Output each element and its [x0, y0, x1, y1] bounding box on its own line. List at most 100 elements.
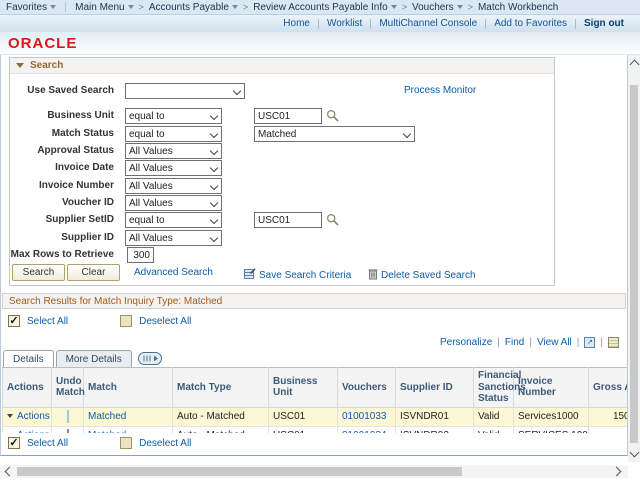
- table-row: Actions Matched Auto - Matched USC01 010…: [3, 407, 628, 426]
- max-rows-input[interactable]: [127, 247, 154, 263]
- scroll-up-icon[interactable]: [630, 60, 640, 70]
- col-header-invoice-number: Invoice Number: [514, 368, 589, 408]
- col-header-gross-amt: Gross Amt: [589, 368, 628, 408]
- show-all-columns-icon[interactable]: [138, 352, 162, 365]
- top-nav: Home Worklist MultiChannel Console Add t…: [0, 15, 640, 32]
- row-actions-link[interactable]: Actions: [17, 411, 50, 422]
- search-section-title: Search: [30, 60, 63, 71]
- supplier-setid-input[interactable]: [254, 212, 322, 228]
- grid-popup-window-icon[interactable]: [584, 337, 595, 348]
- match-status-value-select[interactable]: Matched: [254, 126, 415, 142]
- col-header-financial-sanctions-status: Financial Sanctions Status: [474, 368, 514, 408]
- multichannel-console-link[interactable]: MultiChannel Console: [379, 18, 477, 29]
- chevron-down-icon: [232, 5, 238, 9]
- scroll-left-icon[interactable]: [5, 467, 15, 477]
- select-all-icon[interactable]: [8, 315, 20, 327]
- search-button[interactable]: Search: [12, 264, 65, 281]
- favorites-menu[interactable]: Favorites: [6, 2, 56, 13]
- select-chevron-icon: [403, 130, 411, 138]
- favorites-label: Favorites: [6, 2, 47, 13]
- add-to-favorites-link[interactable]: Add to Favorites: [494, 18, 567, 29]
- table-row: Actions Matched Auto - Matched USC01 010…: [3, 426, 628, 433]
- tab-details[interactable]: Details: [3, 350, 54, 367]
- scroll-right-icon[interactable]: [612, 467, 622, 477]
- deselect-all-icon[interactable]: [120, 437, 132, 449]
- divider: [370, 19, 371, 29]
- logo-bar: ORACLE: [0, 32, 640, 55]
- grid-tabs: Details More Details: [3, 350, 162, 367]
- voucher-id-select[interactable]: All Values: [125, 195, 222, 211]
- scroll-down-icon[interactable]: [630, 448, 640, 458]
- results-grid: Actions Undo Match Match Match Type Busi…: [2, 367, 627, 433]
- deselect-all-link[interactable]: Deselect All: [139, 316, 191, 327]
- invoice-number-select[interactable]: All Values: [125, 178, 222, 194]
- select-chevron-icon: [233, 87, 241, 95]
- horizontal-scrollbar[interactable]: [0, 465, 628, 478]
- main-menu-label: Main Menu: [75, 2, 124, 13]
- vertical-scrollbar-thumb[interactable]: [630, 85, 638, 443]
- col-header-vouchers: Vouchers: [338, 368, 396, 408]
- voucher-link[interactable]: 01001033: [342, 411, 387, 422]
- col-header-match: Match: [84, 368, 173, 408]
- breadcrumb-accounts-payable[interactable]: Accounts Payable: [149, 2, 238, 13]
- chevron-down-icon: [50, 5, 56, 9]
- business-unit-input[interactable]: [254, 108, 322, 124]
- view-all-link[interactable]: View All: [537, 337, 572, 348]
- horizontal-scrollbar-thumb[interactable]: [17, 467, 462, 476]
- match-status-link[interactable]: Matched: [88, 411, 126, 422]
- oracle-logo: ORACLE: [8, 35, 77, 52]
- personalize-link[interactable]: Personalize: [440, 337, 492, 348]
- use-saved-search-label: Use Saved Search: [10, 85, 114, 96]
- find-link[interactable]: Find: [505, 337, 524, 348]
- grid-download-icon[interactable]: [608, 337, 619, 348]
- undo-match-checkbox[interactable]: [67, 429, 69, 433]
- home-link[interactable]: Home: [283, 18, 310, 29]
- invoice-date-select[interactable]: All Values: [125, 160, 222, 176]
- undo-match-checkbox[interactable]: [67, 410, 69, 423]
- col-header-match-type: Match Type: [173, 368, 269, 408]
- gross-amt-cell: 150,000.00: [589, 407, 628, 426]
- breadcrumb-vouchers[interactable]: Vouchers: [412, 2, 463, 13]
- business-unit-operator-select[interactable]: equal to: [125, 108, 222, 124]
- invoice-date-label: Invoice Date: [10, 162, 114, 173]
- worklist-link[interactable]: Worklist: [327, 18, 362, 29]
- row-actions-link[interactable]: Actions: [17, 430, 50, 433]
- supplier-id-label: Supplier ID: [10, 232, 114, 243]
- save-search-criteria-link[interactable]: Save Search Criteria: [259, 270, 351, 281]
- use-saved-search-select[interactable]: [125, 83, 245, 99]
- match-status-link[interactable]: Matched: [88, 430, 126, 433]
- approval-status-label: Approval Status: [10, 145, 114, 156]
- select-all-link[interactable]: Select All: [27, 438, 68, 449]
- approval-status-select[interactable]: All Values: [125, 143, 222, 159]
- delete-saved-search-link[interactable]: Delete Saved Search: [381, 270, 476, 281]
- clear-button[interactable]: Clear: [67, 264, 120, 281]
- supplier-id-select[interactable]: All Values: [125, 230, 222, 246]
- invoice-number-label: Invoice Number: [10, 180, 114, 191]
- match-status-operator-select[interactable]: equal to: [125, 126, 222, 142]
- tab-more-details[interactable]: More Details: [56, 350, 132, 367]
- main-menu[interactable]: Main Menu: [75, 2, 133, 13]
- match-type-cell: Auto - Matched: [173, 407, 269, 426]
- deselect-all-link[interactable]: Deselect All: [139, 438, 191, 449]
- business-unit-lookup-icon[interactable]: [326, 109, 339, 122]
- vertical-scrollbar[interactable]: [628, 55, 640, 462]
- actions-dropdown-icon[interactable]: [7, 414, 13, 418]
- select-chevron-icon: [210, 199, 218, 207]
- advanced-search-link[interactable]: Advanced Search: [134, 267, 213, 278]
- sign-out-link[interactable]: Sign out: [584, 18, 624, 29]
- process-monitor-link[interactable]: Process Monitor: [404, 85, 476, 96]
- breadcrumb-review-ap-info[interactable]: Review Accounts Payable Info: [253, 2, 397, 13]
- supplier-setid-lookup-icon[interactable]: [326, 213, 339, 226]
- business-unit-label: Business Unit: [10, 110, 114, 121]
- select-all-link[interactable]: Select All: [27, 316, 68, 327]
- voucher-link[interactable]: 01001034: [342, 430, 387, 433]
- collapse-section-icon[interactable]: [16, 63, 24, 68]
- select-chevron-icon: [210, 147, 218, 155]
- deselect-all-icon[interactable]: [120, 315, 132, 327]
- chevron-down-icon: [391, 5, 397, 9]
- supplier-setid-operator-select[interactable]: equal to: [125, 212, 222, 228]
- select-all-icon[interactable]: [8, 437, 20, 449]
- chevron-down-icon: [128, 5, 134, 9]
- breadcrumb: Favorites Main Menu Accounts Payable Rev…: [0, 0, 640, 15]
- supplier-id-cell: ISVNDR01: [396, 407, 474, 426]
